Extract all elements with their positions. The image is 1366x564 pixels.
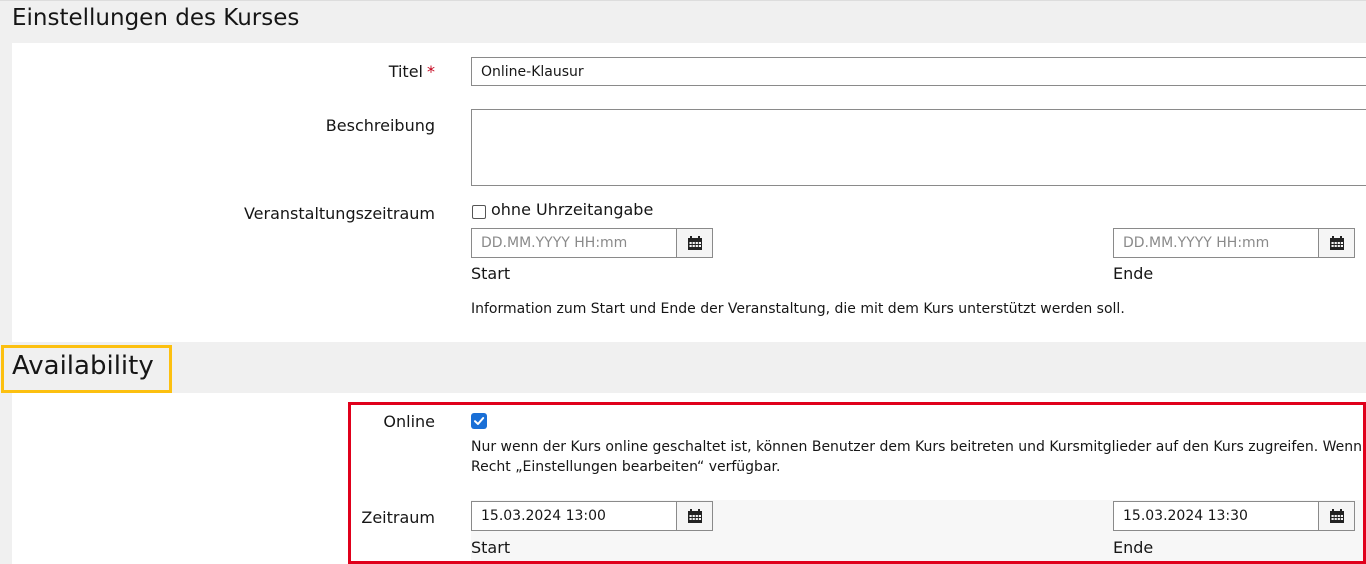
availability-end-sublabel: Ende: [1113, 538, 1154, 557]
course-settings-page: Einstellungen des Kurses Titel* Beschrei…: [0, 0, 1366, 564]
event-period-label: Veranstaltungszeitraum: [243, 204, 435, 223]
title-input[interactable]: [471, 57, 1366, 86]
online-help-line-2: Recht „Einstellungen bearbeiten“ verfügb…: [471, 459, 781, 475]
availability-end-date-group: [1113, 501, 1355, 531]
calendar-icon: [687, 509, 702, 523]
course-settings-header: Einstellungen des Kurses: [0, 1, 1366, 43]
availability-end-calendar-button[interactable]: [1318, 501, 1355, 531]
checkmark-icon: [474, 417, 485, 425]
no-time-checkbox-label: ohne Uhrzeitangabe: [491, 200, 654, 219]
availability-start-input[interactable]: [471, 501, 677, 531]
event-start-date-group: [471, 228, 713, 258]
availability-title: Availability: [12, 351, 154, 381]
event-end-sublabel: Ende: [1113, 264, 1154, 283]
description-label: Beschreibung: [325, 116, 435, 135]
course-settings-title: Einstellungen des Kurses: [12, 5, 300, 31]
description-textarea[interactable]: [471, 109, 1366, 186]
availability-header: Availability: [0, 342, 1366, 393]
required-marker: *: [427, 62, 435, 81]
period-label: Zeitraum: [361, 508, 435, 527]
event-start-input[interactable]: [471, 228, 677, 258]
availability-end-input[interactable]: [1113, 501, 1319, 531]
calendar-icon: [1329, 509, 1344, 523]
calendar-icon: [687, 236, 702, 250]
title-label-text: Titel: [388, 62, 423, 81]
event-end-calendar-button[interactable]: [1318, 228, 1355, 258]
no-time-checkbox[interactable]: [472, 205, 486, 219]
availability-start-calendar-button[interactable]: [676, 501, 713, 531]
event-start-sublabel: Start: [471, 264, 511, 283]
title-label: Titel *: [389, 62, 435, 81]
calendar-icon: [1329, 236, 1344, 250]
availability-start-date-group: [471, 501, 713, 531]
online-help-line-1: Nur wenn der Kurs online geschaltet ist,…: [471, 439, 1366, 455]
availability-start-sublabel: Start: [471, 538, 511, 557]
event-end-date-group: [1113, 228, 1355, 258]
event-period-help-text: Information zum Start und Ende der Veran…: [471, 301, 1125, 317]
online-checkbox[interactable]: [471, 413, 487, 429]
left-band-bottom: [0, 393, 12, 564]
event-start-calendar-button[interactable]: [676, 228, 713, 258]
event-end-input[interactable]: [1113, 228, 1319, 258]
online-label: Online: [383, 412, 435, 431]
left-band-top: [0, 43, 12, 342]
